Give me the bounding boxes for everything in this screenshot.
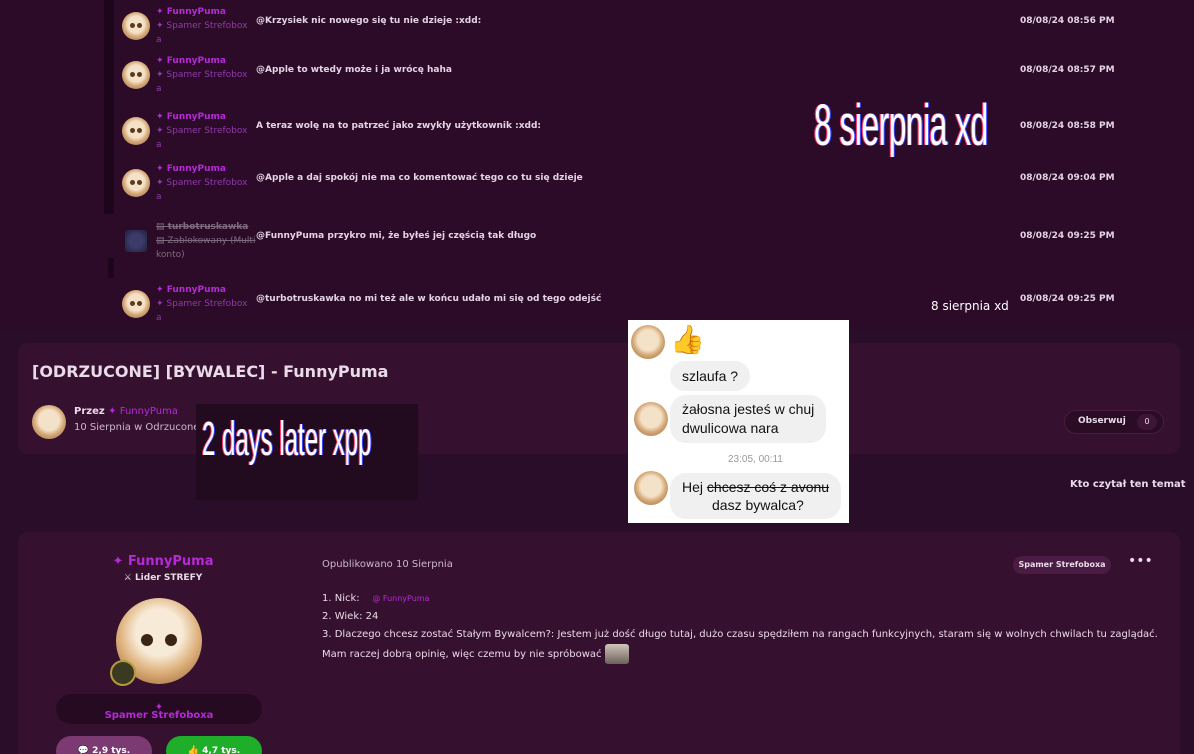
chat-scroll-track-lower — [108, 258, 114, 278]
user-mention[interactable]: @ FunnyPuma — [372, 594, 429, 603]
avatar[interactable] — [122, 12, 150, 40]
chat-bubble-line: dasz bywalca? — [712, 497, 804, 513]
chat-username[interactable]: ✦ FunnyPuma — [156, 7, 226, 17]
avatar — [631, 325, 665, 359]
reputation-badge[interactable]: 👍 4,7 tys. — [166, 736, 262, 754]
chat-message-time: 08/08/24 08:58 PM — [1020, 121, 1115, 131]
chat-bubble: Hej chcesz coś z avonu dasz bywalca? — [670, 473, 842, 519]
avatar[interactable] — [122, 169, 150, 197]
avatar — [634, 402, 668, 436]
author-link[interactable]: ✦ FunnyPuma — [108, 406, 178, 417]
chat-bubble: żałosna jesteś w chuj dwulicowa nara — [670, 395, 827, 443]
chat-message-text: @Apple to wtedy może i ja wrócę haha — [256, 65, 452, 75]
author-group-pill: Spamer Strefoboxa — [1013, 556, 1111, 574]
caption-overlay-small: 8 sierpnia xd — [931, 299, 1009, 313]
post-line: 1. Nick: @ FunnyPuma — [322, 593, 430, 604]
chat-message-text: @FunnyPuma przykro mi, że byłeś jej częś… — [256, 231, 537, 241]
chat-username[interactable]: ▤ turbotruskawka — [156, 222, 248, 232]
caption-overlay-text: 2 days later xpp — [202, 413, 372, 466]
avatar[interactable] — [125, 230, 147, 252]
chat-bubble-word: Hej — [682, 479, 704, 495]
follow-button[interactable]: Obserwuj 0 — [1064, 410, 1164, 434]
chat-message: ✦ FunnyPuma ✦ Spamer Strefobox a @turbot… — [116, 285, 1116, 340]
chat-user-role-cont: a — [156, 84, 162, 94]
chat-user-role: ✦ Spamer Strefobox — [156, 299, 248, 309]
chat-username[interactable]: ✦ FunnyPuma — [156, 112, 226, 122]
page-title: [ODRZUCONE] [BYWALEC] - FunnyPuma — [32, 362, 389, 381]
chat-message-time: 08/08/24 09:04 PM — [1020, 173, 1115, 183]
user-group-badge: ✦ Spamer Strefoboxa — [56, 694, 262, 724]
chat-user-role: ✦ Spamer Strefobox — [156, 178, 248, 188]
chat-scroll-track — [104, 0, 114, 214]
message-timestamp: 23:05, 00:11 — [728, 454, 783, 465]
post-line: 3. Dlaczego chcesz zostać Stałym Bywalce… — [322, 626, 1172, 664]
post-body: 1. Nick: @ FunnyPuma 2. Wiek: 24 3. Dlac… — [322, 590, 1172, 664]
who-read-link[interactable]: Kto czytał ten temat — [1070, 479, 1186, 490]
avatar[interactable] — [32, 405, 66, 439]
chat-user-role: ✦ Spamer Strefobox — [156, 126, 248, 136]
post-date: Opublikowano 10 Sierpnia — [322, 559, 453, 570]
topic-date: 10 Sierpnia w Odrzucone — [74, 422, 200, 433]
chat-bubble-line: dwulicowa nara — [682, 420, 779, 436]
chat-bubble-struck: chcesz coś z avonu — [706, 479, 830, 495]
topic-header: [ODRZUCONE] [BYWALEC] - FunnyPuma Przez … — [18, 343, 1180, 454]
chat-username[interactable]: ✦ FunnyPuma — [156, 56, 226, 66]
caption-overlay-large: 8 sierpnia xd — [814, 93, 988, 158]
chat-message-time: 08/08/24 09:25 PM — [1020, 294, 1115, 304]
messenger-screenshot: 👍 szlaufa ? żałosna jesteś w chuj dwulic… — [628, 320, 849, 523]
chat-username[interactable]: ✦ FunnyPuma — [156, 285, 226, 295]
chat-user-role-cont: a — [156, 192, 162, 202]
chat-message: ✦ FunnyPuma ✦ Spamer Strefobox a @Apple … — [116, 164, 1116, 219]
chat-bubble: szlaufa ? — [670, 361, 751, 391]
thumbs-up-icon: 👍 — [670, 323, 705, 356]
rank-badge-icon — [110, 660, 136, 686]
chat-user-role: ✦ Spamer Strefobox — [156, 70, 248, 80]
chat-user-role: ▤ Zablokowany (Multi — [156, 236, 256, 246]
by-label: Przez — [74, 406, 105, 417]
chat-user-role: ✦ Spamer Strefobox — [156, 21, 248, 31]
avatar[interactable] — [122, 117, 150, 145]
chat-message-time: 08/08/24 09:25 PM — [1020, 231, 1115, 241]
caption-overlay-middle: 2 days later xpp — [196, 404, 418, 500]
chat-username[interactable]: ✦ FunnyPuma — [156, 164, 226, 174]
chat-user-role-cont: a — [156, 313, 162, 323]
post: ✦ FunnyPuma ⚔ Lider STREFY ✦ Spamer Stre… — [18, 532, 1180, 754]
avatar — [634, 471, 668, 505]
post-line: 2. Wiek: 24 — [322, 611, 379, 622]
chat-message: ▤ turbotruskawka ▤ Zablokowany (Multi ko… — [116, 222, 1116, 277]
chat-message-text: @turbotruskawka no mi też ale w końcu ud… — [256, 294, 602, 304]
follow-count: 0 — [1137, 414, 1157, 430]
chat-panel: ✦ FunnyPuma ✦ Spamer Strefobox a @Krzysi… — [0, 0, 1194, 330]
posts-count-badge[interactable]: 💬 2,9 tys. — [56, 736, 152, 754]
cat-emoji-icon — [604, 644, 629, 664]
post-author-rank: ⚔ Lider STREFY — [123, 573, 203, 583]
follow-label: Obserwuj — [1078, 416, 1126, 426]
chat-message-time: 08/08/24 08:56 PM — [1020, 16, 1115, 26]
chat-user-role-cont: konto) — [156, 250, 185, 260]
more-options-icon[interactable]: ••• — [1128, 553, 1153, 569]
avatar[interactable] — [122, 61, 150, 89]
chat-message-time: 08/08/24 08:57 PM — [1020, 65, 1115, 75]
chat-user-role-cont: a — [156, 140, 162, 150]
chat-message-text: A teraz wolę na to patrzeć jako zwykły u… — [256, 121, 542, 131]
chat-message-text: @Krzysiek nic nowego się tu nie dzieje :… — [256, 16, 482, 26]
chat-user-role-cont: a — [156, 35, 162, 45]
chat-message: ✦ FunnyPuma ✦ Spamer Strefobox a @Krzysi… — [116, 7, 1116, 62]
chat-bubble-line: żałosna jesteś w chuj — [682, 401, 815, 417]
chat-message-text: @Apple a daj spokój nie ma co komentować… — [256, 173, 583, 183]
avatar[interactable] — [122, 290, 150, 318]
topic-author: Przez ✦ FunnyPuma — [74, 406, 178, 417]
post-author[interactable]: ✦ FunnyPuma — [18, 554, 308, 569]
